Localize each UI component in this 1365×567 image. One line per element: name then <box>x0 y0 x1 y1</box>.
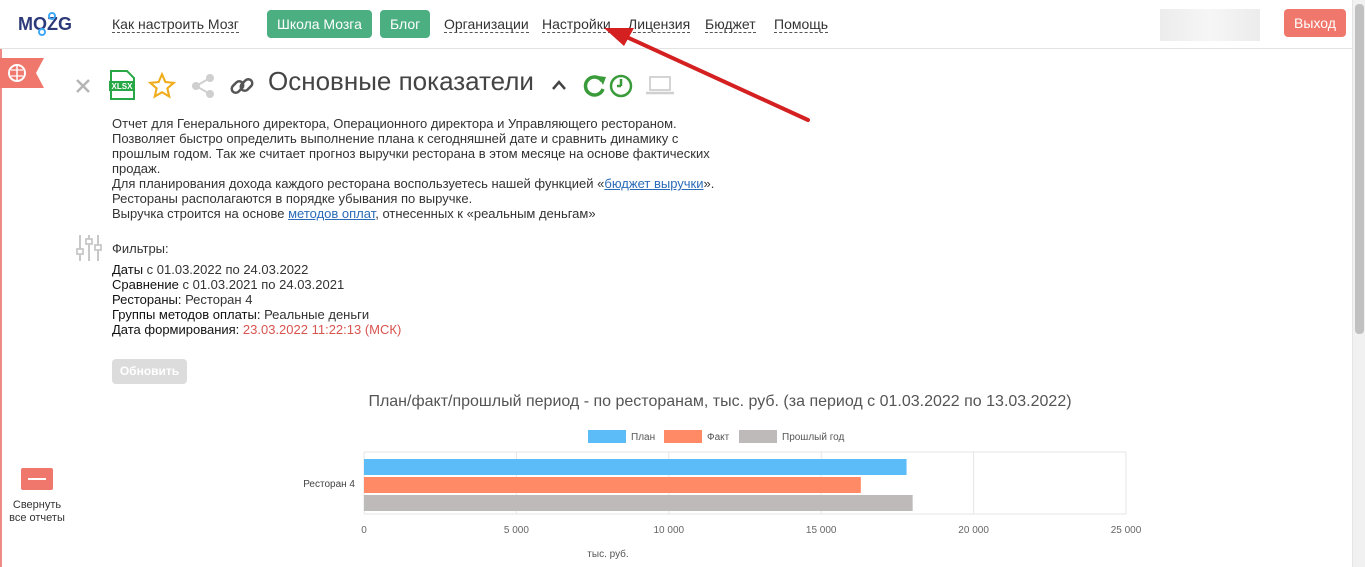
chart-category-label: Ресторан 4 <box>303 479 355 490</box>
chart-x-tick-label: 0 <box>361 525 367 536</box>
filter-generated-date: Дата формирования: 23.03.2022 11:22:13 (… <box>112 322 401 337</box>
update-button[interactable]: Обновить <box>112 359 187 384</box>
chart-legend-label: Факт <box>707 432 730 443</box>
desc-budget-line: Для планирования дохода каждого ресторан… <box>112 176 752 191</box>
chart-bar <box>364 459 907 475</box>
xlsx-icon-text: XLSX <box>112 82 134 91</box>
laptop-icon[interactable] <box>645 75 675 97</box>
share-icon[interactable] <box>190 73 216 99</box>
collapse-label-line-1: Свернуть <box>12 499 62 511</box>
filter-sliders-icon[interactable] <box>76 233 102 263</box>
chart-x-tick-label: 20 000 <box>958 525 989 536</box>
filter-payment-groups-label: Группы методов оплаты: <box>112 307 261 322</box>
chart-legend-swatch <box>739 430 777 443</box>
filters-heading: Фильтры: <box>112 241 169 256</box>
desc-pay-pre: Выручка строится на основе <box>112 206 289 221</box>
report-description: Отчет для Генерального директора, Операц… <box>112 116 752 221</box>
filter-dates: Даты с 01.03.2022 по 24.03.2022 <box>112 262 401 277</box>
desc-sort-line: Рестораны располагаются в порядке убыван… <box>112 191 473 206</box>
filter-payment-groups: Группы методов оплаты: Реальные деньги <box>112 307 401 322</box>
desc-payment-line: Выручка строится на основе методов оплат… <box>112 206 752 221</box>
filter-restaurants-label: Рестораны: <box>112 292 182 307</box>
filter-payment-groups-value: Реальные деньги <box>260 307 370 322</box>
link-icon[interactable] <box>228 72 256 100</box>
chart-legend-swatch <box>588 430 626 443</box>
nav-link-how-to-setup[interactable]: Как настроить Мозг <box>112 16 239 33</box>
report-title: Основные показатели <box>268 66 534 96</box>
nav-link-organizations[interactable]: Организации <box>444 16 529 33</box>
chart-legend-label: План <box>631 432 655 443</box>
budget-revenue-link[interactable]: бюджет выручки <box>604 176 703 191</box>
desc-line-3: прошлым годом. Так же считает прогноз вы… <box>112 146 710 161</box>
filter-comparison: Сравнение с 01.03.2021 по 24.03.2021 <box>112 277 401 292</box>
page-scrollbar[interactable] <box>1352 0 1365 567</box>
chart-x-tick-label: 10 000 <box>654 525 685 536</box>
desc-budget-pre: Для планирования дохода каждого ресторан… <box>112 176 605 191</box>
payment-methods-link[interactable]: методов оплат <box>288 206 375 221</box>
collapse-label-line-2: все отчеты <box>9 512 65 524</box>
chart-bar <box>364 477 861 493</box>
mozg-logo[interactable]: MOZG <box>18 10 78 38</box>
clock-schedule-icon[interactable] <box>608 73 634 99</box>
desc-pay-post: , отнесенных к «реальным деньгам» <box>375 206 596 221</box>
bar-chart: 0 5 000 10 000 15 000 20 000 25 000 План Факт Пр… <box>303 430 1142 560</box>
brain-icon[interactable] <box>0 58 44 88</box>
xlsx-export-icon[interactable]: XLSX <box>108 70 136 100</box>
chevron-up-icon[interactable] <box>551 78 567 92</box>
scrollbar-thumb[interactable] <box>1355 4 1364 334</box>
desc-line-2: Позволяет быстро определить выполнение п… <box>112 131 679 146</box>
filter-dates-value: с 01.03.2022 по 24.03.2022 <box>143 262 309 277</box>
chart-x-tick-label: 5 000 <box>504 525 529 536</box>
chart-bar <box>364 495 913 511</box>
filter-comparison-label: Сравнение <box>112 277 179 292</box>
filters-panel: Фильтры: Даты с 01.03.2022 по 24.03.2022… <box>112 241 401 337</box>
chart-legend-swatch <box>664 430 702 443</box>
filter-dates-label: Даты <box>112 262 144 277</box>
chart-x-tick-label: 15 000 <box>806 525 837 536</box>
close-icon[interactable] <box>74 77 92 95</box>
chart-title: План/факт/прошлый период - по ресторанам… <box>368 393 1072 410</box>
desc-line-1: Отчет для Генерального директора, Операц… <box>112 116 677 131</box>
logout-button[interactable]: Выход <box>1284 9 1346 37</box>
filter-generated-label: Дата формирования: <box>112 322 240 337</box>
refresh-icon[interactable] <box>580 72 608 100</box>
filter-generated-value: 23.03.2022 11:22:13 (МСК) <box>239 322 402 337</box>
filter-restaurants: Рестораны: Ресторан 4 <box>112 292 401 307</box>
chart-x-tick-label: 25 000 <box>1111 525 1142 536</box>
left-rail-line <box>0 49 2 567</box>
chart-legend-label: Прошлый год <box>782 432 844 443</box>
chart-x-axis-label: тыс. руб. <box>587 548 628 560</box>
nav-pill-school[interactable]: Школа Мозга <box>267 10 372 38</box>
nav-pill-blog[interactable]: Блог <box>380 10 431 38</box>
star-favorite-icon[interactable] <box>148 72 176 100</box>
desc-line-4: продаж. <box>112 161 161 176</box>
filter-comparison-value: с 01.03.2021 по 24.03.2021 <box>178 277 345 292</box>
user-account-blurred[interactable] <box>1160 9 1260 41</box>
desc-budget-post: ». <box>703 176 715 191</box>
collapse-all-reports-label: Свернуть все отчеты <box>4 499 70 525</box>
filter-restaurants-value: Ресторан 4 <box>181 292 253 307</box>
collapse-all-reports-button[interactable] <box>21 468 53 490</box>
